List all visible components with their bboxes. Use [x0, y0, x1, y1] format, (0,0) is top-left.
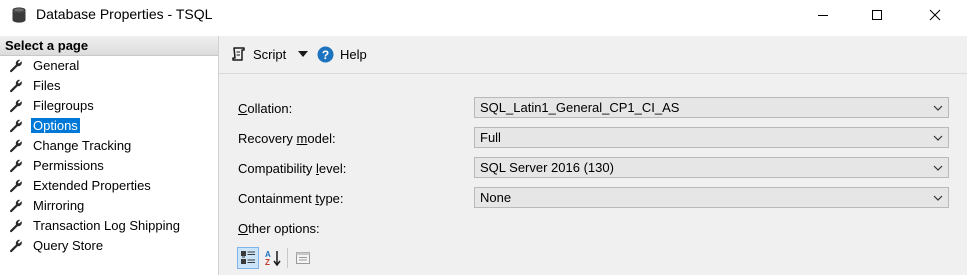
sidebar-item-general[interactable]: General: [0, 56, 218, 76]
script-dropdown-button[interactable]: [298, 51, 308, 57]
containment-type-select[interactable]: None: [474, 187, 949, 208]
chevron-down-icon: [933, 195, 943, 201]
sidebar-item-change-tracking[interactable]: Change Tracking: [0, 136, 218, 156]
sidebar-item-label: Query Store: [33, 238, 104, 253]
compatibility-level-value: SQL Server 2016 (130): [480, 160, 614, 175]
sidebar-item-label: Filegroups: [33, 98, 94, 113]
recovery-model-label: Recovery model:: [238, 131, 336, 146]
options-content: Collation: SQL_Latin1_General_CP1_CI_AS …: [219, 74, 967, 275]
wrench-icon: [9, 139, 22, 153]
sidebar-item-label: Permissions: [33, 158, 104, 173]
script-button[interactable]: Script: [231, 46, 286, 62]
wrench-icon: [9, 99, 22, 113]
sidebar-item-permissions[interactable]: Permissions: [0, 156, 218, 176]
script-label: Script: [253, 46, 287, 62]
sidebar-item-mirroring[interactable]: Mirroring: [0, 196, 218, 216]
property-grid-toolbar: A Z: [237, 246, 317, 270]
wrench-icon: [9, 199, 22, 213]
chevron-down-icon: [933, 135, 943, 141]
page-list: General Files Filegroups Options Change …: [0, 56, 218, 256]
svg-text:?: ?: [322, 48, 329, 62]
script-icon: [232, 47, 245, 61]
collation-select[interactable]: SQL_Latin1_General_CP1_CI_AS: [474, 97, 949, 118]
wrench-icon: [9, 119, 22, 133]
sidebar-item-label: Options: [31, 118, 80, 133]
window-title: Database Properties - TSQL: [36, 6, 213, 22]
chevron-down-icon: [933, 105, 943, 111]
help-icon: ?: [317, 46, 334, 63]
close-icon: [929, 9, 941, 21]
title-bar: Database Properties - TSQL: [0, 0, 969, 30]
sidebar-item-transaction-log-shipping[interactable]: Transaction Log Shipping: [0, 216, 218, 236]
categorized-button[interactable]: [237, 247, 259, 269]
wrench-icon: [9, 79, 22, 93]
sidebar-item-label: Files: [33, 78, 61, 93]
property-pages-icon: [296, 252, 310, 264]
close-button[interactable]: [912, 0, 958, 30]
collation-row: Collation: SQL_Latin1_General_CP1_CI_AS: [219, 95, 967, 121]
sidebar-item-label: Transaction Log Shipping: [33, 218, 180, 233]
sidebar-item-label: Change Tracking: [33, 138, 132, 153]
collation-label: Collation:: [238, 101, 293, 116]
sidebar-item-label: General: [33, 58, 80, 73]
svg-text:Z: Z: [265, 258, 270, 267]
minimize-icon: [818, 15, 828, 16]
containment-type-label: Containment type:: [238, 191, 344, 206]
wrench-icon: [9, 239, 22, 253]
compatibility-level-row: Compatibility level: SQL Server 2016 (13…: [219, 155, 967, 181]
wrench-icon: [9, 179, 22, 193]
wrench-icon: [9, 219, 22, 233]
compatibility-level-label: Compatibility level:: [238, 161, 347, 176]
sidebar-item-label: Extended Properties: [33, 178, 151, 193]
sidebar-item-files[interactable]: Files: [0, 76, 218, 96]
containment-type-row: Containment type: None: [219, 185, 967, 211]
database-icon: [12, 7, 26, 23]
toolbar: Script ? Help: [219, 36, 967, 74]
recovery-model-row: Recovery model: Full: [219, 125, 967, 151]
sidebar-item-extended-properties[interactable]: Extended Properties: [0, 176, 218, 196]
property-pages-button[interactable]: [292, 247, 314, 269]
containment-type-value: None: [480, 190, 512, 205]
wrench-icon: [9, 159, 22, 173]
select-page-label: Select a page: [5, 38, 89, 53]
collation-value: SQL_Latin1_General_CP1_CI_AS: [480, 100, 680, 115]
chevron-down-icon: [933, 165, 943, 171]
help-button[interactable]: ? Help: [317, 46, 367, 63]
maximize-button[interactable]: [854, 0, 900, 30]
sort-alphabetical-icon: A Z: [265, 250, 281, 267]
page-selector-pane: Select a page General Files Filegroups O…: [0, 36, 219, 275]
sidebar-item-label: Mirroring: [33, 198, 85, 213]
dropdown-arrow-icon: [298, 51, 308, 57]
maximize-icon: [872, 10, 882, 20]
sidebar-item-filegroups[interactable]: Filegroups: [0, 96, 218, 116]
help-label: Help: [340, 47, 367, 62]
compatibility-level-select[interactable]: SQL Server 2016 (130): [474, 157, 949, 178]
minimize-button[interactable]: [800, 0, 846, 30]
select-page-header: Select a page: [0, 36, 218, 56]
recovery-model-select[interactable]: Full: [474, 127, 949, 148]
sidebar-item-options[interactable]: Options: [0, 116, 218, 136]
categorized-icon: [241, 251, 255, 264]
wrench-icon: [9, 59, 22, 73]
alphabetical-button[interactable]: A Z: [262, 247, 284, 269]
other-options-label: Other options:: [238, 221, 320, 236]
toolbar-divider: [287, 248, 288, 268]
sidebar-item-query-store[interactable]: Query Store: [0, 236, 218, 256]
recovery-model-value: Full: [480, 130, 501, 145]
